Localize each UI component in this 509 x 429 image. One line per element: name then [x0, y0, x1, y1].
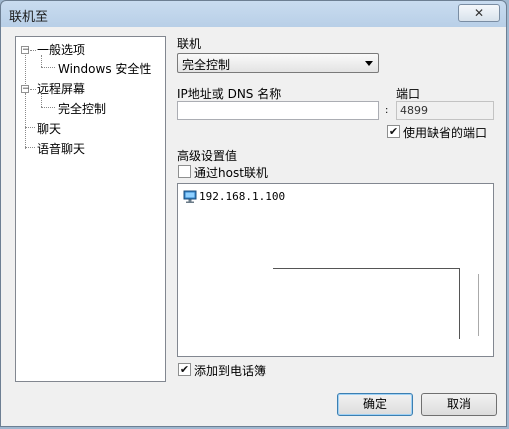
connect-dialog: 联机至 ✕ − 一般选项 Windows 安全性 − 远程屏幕 完全控制 聊天 … [0, 0, 507, 427]
default-port-checkbox[interactable]: ✔ [387, 125, 400, 138]
window-title: 联机至 [9, 10, 49, 25]
port-separator: : [385, 105, 389, 116]
via-host-checkbox[interactable] [178, 165, 191, 178]
checkmark-icon: ✔ [388, 125, 399, 138]
title-bar[interactable]: 联机至 ✕ [1, 1, 506, 27]
connect-label: 联机 [177, 37, 202, 51]
list-graphic [273, 268, 460, 339]
default-port-label: 使用缺省的端口 [403, 126, 488, 140]
checkmark-icon: ✔ [179, 363, 190, 376]
advanced-label: 高级设置值 [177, 149, 238, 163]
tree-line [30, 50, 36, 51]
add-phonebook-checkbox[interactable]: ✔ [178, 363, 191, 376]
connect-mode-select[interactable]: 完全控制 [177, 53, 379, 73]
list-divider [478, 274, 479, 336]
tree-item-voice-chat[interactable]: 语音聊天 [37, 140, 85, 157]
tree-item-windows-security[interactable]: Windows 安全性 [58, 60, 151, 77]
port-input[interactable] [396, 101, 494, 120]
cancel-button[interactable]: 取消 [421, 393, 497, 416]
add-phonebook-label: 添加到电话簿 [194, 364, 267, 378]
address-input[interactable] [177, 101, 379, 120]
close-button[interactable]: ✕ [458, 4, 500, 22]
tree-line [30, 89, 36, 90]
via-host-label: 通过host联机 [194, 166, 268, 180]
collapse-icon[interactable]: − [21, 46, 30, 55]
address-label: IP地址或 DNS 名称 [177, 87, 282, 101]
computer-icon [183, 190, 197, 203]
connect-mode-value: 完全控制 [182, 58, 231, 72]
tree-item-remote-screen[interactable]: 远程屏幕 [37, 80, 85, 97]
dialog-body: − 一般选项 Windows 安全性 − 远程屏幕 完全控制 聊天 语音聊天 联… [7, 28, 500, 420]
tree-item-chat[interactable]: 聊天 [37, 120, 61, 137]
tree-line [25, 127, 35, 128]
tree-line [41, 107, 55, 108]
close-icon: ✕ [473, 6, 485, 20]
tree-line [25, 147, 35, 148]
ok-button[interactable]: 确定 [337, 393, 413, 416]
tree-line [25, 89, 26, 149]
host-address: 192.168.1.100 [199, 190, 286, 203]
tree-item-general[interactable]: 一般选项 [37, 41, 85, 58]
tree-line [41, 67, 55, 68]
port-label: 端口 [396, 87, 421, 101]
tree-item-full-control[interactable]: 完全控制 [58, 100, 106, 117]
host-list[interactable]: 192.168.1.100 [177, 183, 494, 357]
chevron-down-icon [365, 61, 373, 66]
collapse-icon[interactable]: − [21, 85, 30, 94]
options-tree: − 一般选项 Windows 安全性 − 远程屏幕 完全控制 聊天 语音聊天 [15, 36, 166, 382]
